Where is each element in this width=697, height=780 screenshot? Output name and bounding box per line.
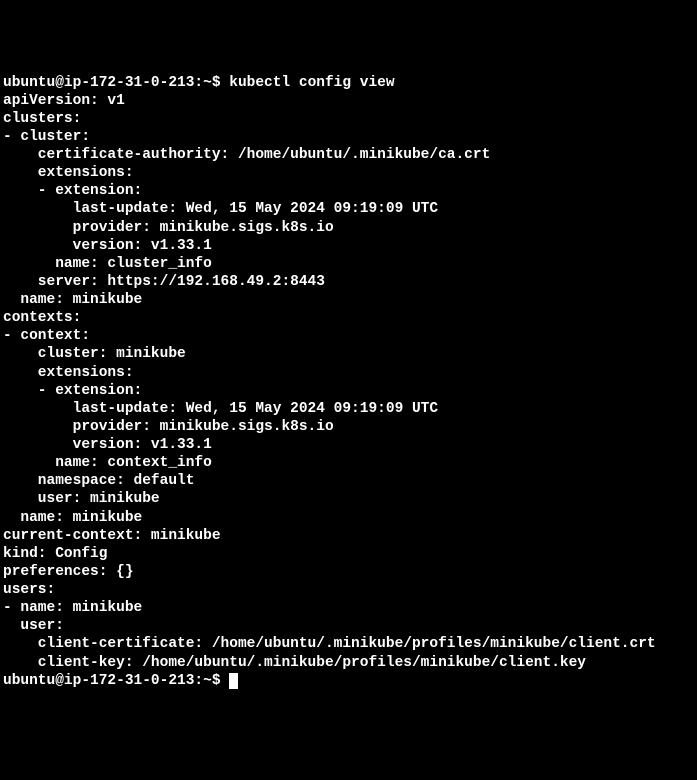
output-line: - context: <box>3 327 694 345</box>
output-line: server: https://192.168.49.2:8443 <box>3 273 694 291</box>
output-line: extensions: <box>3 164 694 182</box>
output-line: user: <box>3 617 694 635</box>
output-line: cluster: minikube <box>3 345 694 363</box>
output-line: - extension: <box>3 182 694 200</box>
output-line: contexts: <box>3 309 694 327</box>
cursor-block <box>229 673 238 689</box>
output-line: users: <box>3 581 694 599</box>
output-line: name: minikube <box>3 291 694 309</box>
output-line: version: v1.33.1 <box>3 237 694 255</box>
output-line: name: cluster_info <box>3 255 694 273</box>
output-line: provider: minikube.sigs.k8s.io <box>3 418 694 436</box>
output-line: client-key: /home/ubuntu/.minikube/profi… <box>3 654 694 672</box>
output-line: kind: Config <box>3 545 694 563</box>
shell-prompt: ubuntu@ip-172-31-0-213:~$ <box>3 673 229 689</box>
shell-prompt: ubuntu@ip-172-31-0-213:~$ <box>3 75 229 91</box>
output-line: namespace: default <box>3 472 694 490</box>
output-line: last-update: Wed, 15 May 2024 09:19:09 U… <box>3 200 694 218</box>
output-line: client-certificate: /home/ubuntu/.miniku… <box>3 635 694 653</box>
output-line: name: minikube <box>3 509 694 527</box>
output-line: apiVersion: v1 <box>3 92 694 110</box>
output-line: last-update: Wed, 15 May 2024 09:19:09 U… <box>3 400 694 418</box>
output-line: - cluster: <box>3 128 694 146</box>
output-line: provider: minikube.sigs.k8s.io <box>3 219 694 237</box>
output-line: extensions: <box>3 364 694 382</box>
output-line: preferences: {} <box>3 563 694 581</box>
output-line: current-context: minikube <box>3 527 694 545</box>
output-line: name: context_info <box>3 454 694 472</box>
output-line: version: v1.33.1 <box>3 436 694 454</box>
output-line: certificate-authority: /home/ubuntu/.min… <box>3 146 694 164</box>
output-line: - extension: <box>3 382 694 400</box>
output-line: - name: minikube <box>3 599 694 617</box>
terminal-output[interactable]: ubuntu@ip-172-31-0-213:~$ kubectl config… <box>3 74 694 690</box>
command-input: kubectl config view <box>229 75 394 91</box>
output-line: user: minikube <box>3 490 694 508</box>
output-line: clusters: <box>3 110 694 128</box>
